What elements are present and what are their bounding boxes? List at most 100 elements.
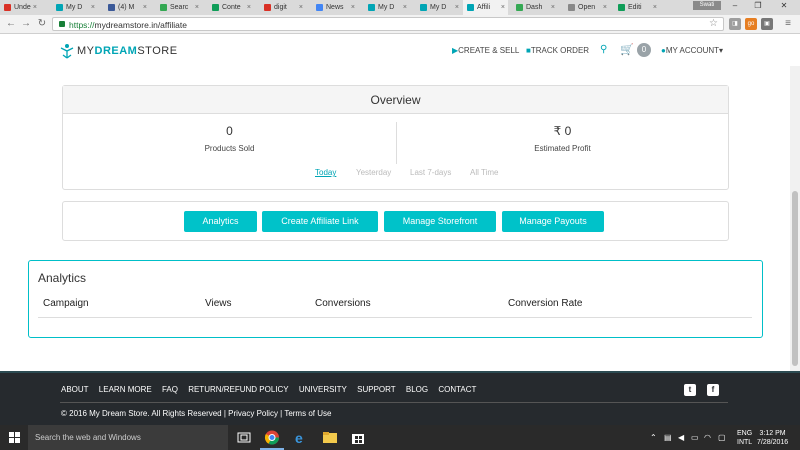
volume-icon[interactable]: ◀: [678, 433, 684, 442]
products-sold-label: Products Sold: [204, 144, 255, 153]
twitter-icon[interactable]: t: [684, 384, 696, 396]
file-explorer-icon[interactable]: [322, 430, 338, 445]
tab-label: Dash: [526, 4, 543, 11]
logo-icon: [60, 44, 74, 59]
notifications-icon[interactable]: ▢: [718, 433, 726, 442]
bookmark-star-icon[interactable]: ☆: [709, 18, 718, 29]
close-icon[interactable]: ×: [195, 0, 199, 15]
products-sold-stat: 0 Products Sold: [63, 124, 396, 153]
browser-tab-11[interactable]: Open ×: [564, 0, 610, 15]
reload-icon[interactable]: ↻: [35, 18, 49, 29]
browser-tab-1[interactable]: My D ×: [52, 0, 98, 15]
footer-link-learn-more[interactable]: LEARN MORE: [99, 385, 152, 394]
tab-label: digit: [274, 4, 287, 11]
close-icon[interactable]: ×: [143, 0, 147, 15]
manage-payouts-button[interactable]: Manage Payouts: [502, 211, 604, 232]
manage-storefront-button[interactable]: Manage Storefront: [384, 211, 496, 232]
footer-link-university[interactable]: UNIVERSITY: [299, 385, 347, 394]
restore-icon[interactable]: ❐: [750, 1, 766, 10]
footer-divider: [60, 402, 728, 403]
url-input[interactable]: https://mydreamstore.in/affiliate ☆: [52, 17, 724, 31]
close-icon[interactable]: ×: [351, 0, 355, 15]
scrollbar-thumb[interactable]: [792, 191, 798, 366]
drive-icon: [160, 4, 167, 11]
tray-chevron-icon[interactable]: ⌃: [650, 433, 657, 442]
facebook-icon: [108, 4, 115, 11]
footer-link-about[interactable]: ABOUT: [61, 385, 89, 394]
chrome-icon[interactable]: [264, 430, 280, 445]
network-icon[interactable]: ▤: [664, 433, 672, 442]
create-sell-link[interactable]: ▶CREATE & SELL: [452, 46, 519, 55]
search-icon[interactable]: ⚲: [600, 44, 607, 55]
windows-start-icon[interactable]: [9, 432, 20, 443]
close-icon[interactable]: ×: [603, 0, 607, 15]
sheets-icon: [618, 4, 625, 11]
column-header-conversion-rate: Conversion Rate: [508, 298, 583, 309]
browser-tab-4[interactable]: Conte ×: [208, 0, 254, 15]
table-divider: [38, 317, 752, 318]
extension-icon[interactable]: ▣: [761, 18, 773, 30]
back-icon[interactable]: ←: [4, 18, 18, 29]
range-today[interactable]: Today: [315, 168, 336, 177]
task-view-icon[interactable]: [236, 430, 252, 445]
range-last-7-days[interactable]: Last 7-days: [410, 168, 451, 177]
browser-tab-6[interactable]: News ×: [312, 0, 358, 15]
extension-icon[interactable]: go: [745, 18, 757, 30]
taskbar-clock[interactable]: 3:12 PM 7/28/2016: [757, 429, 788, 447]
close-icon[interactable]: ×: [455, 0, 459, 15]
taskbar-search-box[interactable]: Search the web and Windows: [28, 425, 228, 450]
footer-link-support[interactable]: SUPPORT: [357, 385, 396, 394]
cart-count-badge[interactable]: 0: [637, 43, 651, 57]
browser-tab-9[interactable]: Affili ×: [463, 0, 508, 15]
window-close-icon[interactable]: ✕: [776, 1, 792, 10]
edge-icon[interactable]: e: [293, 430, 309, 445]
input-language[interactable]: ENG INTL: [737, 429, 752, 447]
browser-tab-0[interactable]: Unde ×: [0, 0, 40, 15]
footer-link-refund-policy[interactable]: RETURN/REFUND POLICY: [188, 385, 288, 394]
sheets-icon: [212, 4, 219, 11]
browser-tab-8[interactable]: My D ×: [416, 0, 462, 15]
footer-link-contact[interactable]: CONTACT: [438, 385, 476, 394]
wifi-icon[interactable]: ◠: [704, 433, 711, 442]
browser-tab-2[interactable]: (4) M ×: [104, 0, 150, 15]
tab-label: News: [326, 4, 344, 11]
footer-link-blog[interactable]: BLOG: [406, 385, 428, 394]
close-icon[interactable]: ×: [33, 0, 37, 15]
create-affiliate-link-button[interactable]: Create Affiliate Link: [262, 211, 378, 232]
minimize-icon[interactable]: –: [727, 1, 743, 10]
close-icon[interactable]: ×: [653, 0, 657, 15]
store-icon[interactable]: [350, 430, 366, 445]
menu-icon[interactable]: ≡: [781, 18, 795, 29]
mydreamstore-icon: [56, 4, 63, 11]
profile-badge[interactable]: Swati: [693, 1, 721, 10]
close-icon[interactable]: ×: [403, 0, 407, 15]
cart-icon[interactable]: 🛒: [620, 43, 634, 56]
my-account-link[interactable]: ●MY ACCOUNT▾: [661, 46, 723, 55]
page-scrollbar[interactable]: [790, 66, 800, 371]
browser-tab-10[interactable]: Dash ×: [512, 0, 558, 15]
analytics-button[interactable]: Analytics: [184, 211, 257, 232]
extension-icon[interactable]: ◨: [729, 18, 741, 30]
news-icon: [316, 4, 323, 11]
footer-link-faq[interactable]: FAQ: [162, 385, 178, 394]
close-icon[interactable]: ×: [299, 0, 303, 15]
tab-label: Open: [578, 4, 596, 11]
battery-icon[interactable]: ▭: [691, 433, 699, 442]
close-icon[interactable]: ×: [501, 0, 505, 15]
range-all-time[interactable]: All Time: [470, 168, 498, 177]
address-bar: ← → ↻ https://mydreamstore.in/affiliate …: [0, 15, 800, 34]
track-order-link[interactable]: ■TRACK ORDER: [526, 46, 589, 55]
facebook-icon[interactable]: f: [707, 384, 719, 396]
overview-title: Overview: [63, 86, 728, 114]
main-content: Overview 0 Products Sold ₹ 0 Estimated P…: [0, 66, 790, 371]
browser-tab-5[interactable]: digit ×: [260, 0, 306, 15]
browser-tab-7[interactable]: My D ×: [364, 0, 410, 15]
forward-icon[interactable]: →: [19, 18, 33, 29]
range-yesterday[interactable]: Yesterday: [356, 168, 391, 177]
tab-label: Editi: [628, 4, 642, 11]
browser-tab-12[interactable]: Editi ×: [614, 0, 660, 15]
close-icon[interactable]: ×: [551, 0, 555, 15]
browser-tab-3[interactable]: Searc ×: [156, 0, 202, 15]
close-icon[interactable]: ×: [91, 0, 95, 15]
close-icon[interactable]: ×: [247, 0, 251, 15]
